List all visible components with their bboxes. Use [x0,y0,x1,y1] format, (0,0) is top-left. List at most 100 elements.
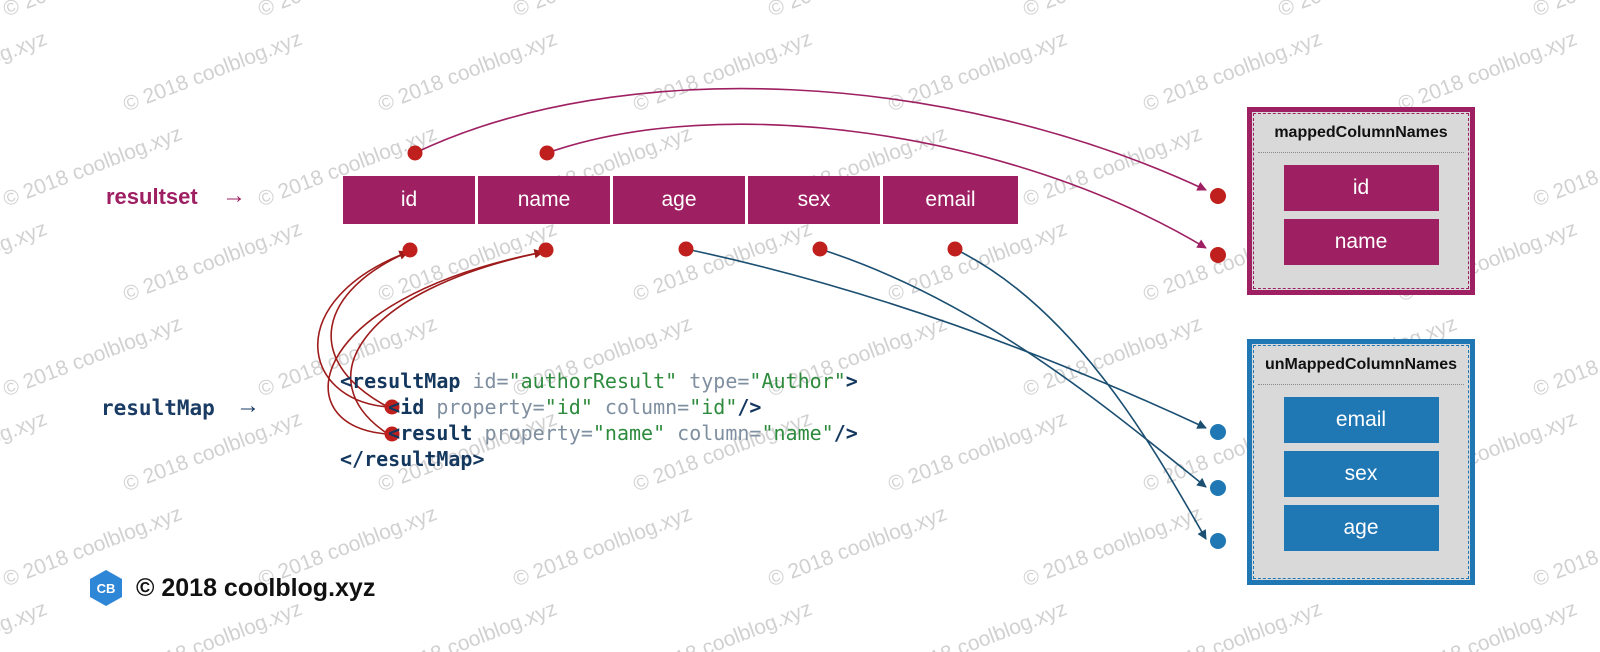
panel-item-sex: sex [1283,451,1439,497]
panel-item-id: id [1283,165,1439,211]
resultmap-label: resultMap [101,396,215,420]
resultset-arrow-icon: → [222,182,246,209]
panel-item-age: age [1283,505,1439,551]
watermark-text: © 2018 coolblog.xyz [120,27,306,117]
watermark-text: © 2018 coolblog.xyz [0,597,51,652]
watermark-text: © 2018 coolblog.xyz [630,27,816,117]
dot-name-bottom [538,242,554,258]
footer-credit: CB © 2018 coolblog.xyz [88,569,375,607]
watermark-text: © 2018 coolblog.xyz [120,407,306,497]
watermark-text: © 2018 coolblog.xyz [885,217,1071,307]
watermark-text: © 2018 coolblog.xyz [0,407,51,496]
dot-unmapped-sex [1210,480,1226,496]
watermark-text: © 2018 coolblog.xyz [1020,312,1206,402]
panel-mapped-title: mappedColumnNames [1274,124,1448,141]
watermark-text: © 2018 coolblog.xyz [1020,502,1206,592]
code-token-attr: id= [460,369,509,393]
watermark-text: © 2018 coolblog.xyz [375,27,561,117]
watermark-text: © 2018 coolblog.xyz [0,27,51,116]
code-token-tag: > [845,369,858,393]
resultmap-code-block: <resultMap id="authorResult" type="Autho… [340,368,858,472]
footer-text: © 2018 coolblog.xyz [136,573,376,602]
watermark-text: © 2018 coolblog.xyz [630,217,816,307]
watermark-text: © 2018 coolblog.xyz [765,0,950,22]
mapped-connector-group [414,87,1207,249]
connector-id-to-mapped [414,87,1207,191]
code-line: <resultMap id="authorResult" type="Autho… [340,368,858,394]
resultset-column-sex: sex [748,176,883,224]
code-token-tag: /> [737,395,762,419]
resultset-column-age: age [613,176,748,224]
panel-unmapped-items: email sex age [1252,397,1470,551]
watermark-text: © 2018 coolblog.xyz [1020,122,1206,212]
code-token-tag: <id [388,395,425,419]
watermark-text: © 2018 coolblog.xyz [1395,597,1581,652]
panel-mapped-separator [1258,152,1464,153]
watermark-text: © 2018 coolblog.xyz [885,597,1071,652]
dot-email-bottom [947,241,963,257]
panel-item-email: email [1283,397,1439,443]
code-token-value: "authorResult" [508,369,678,393]
dot-unmapped-email [1210,424,1226,440]
watermark-text: © 2018 coolblog.xyz [1530,122,1600,212]
code-line: <id property="id" column="id"/> [340,394,858,420]
dot-sex-bottom [812,241,828,257]
code-token-attr: property= [424,395,545,419]
code-token-attr: column= [665,421,762,445]
code-token-tag: </resultMap> [340,447,485,471]
dot-id-bottom [402,242,418,258]
code-token-value: "Author" [749,369,846,393]
resultset-column-email: email [883,176,1018,224]
watermark-text: © 2018 coolblog.xyz [630,597,816,652]
code-token-value: "name" [592,421,666,445]
panel-mapped-items: id name [1252,165,1470,265]
resultmap-arrow-icon: → [236,392,260,419]
code-line: <result property="name" column="name"/> [340,420,858,446]
watermark-text: © 2018 coolblog.xyz [1395,27,1581,117]
dot-name-top [539,145,555,161]
code-token-value: "id" [544,395,593,419]
watermark-text: © 2018 coolblog.xyz [765,502,951,592]
watermark-text: © 2018 coolblog.xyz [0,312,186,402]
dot-id-top [407,145,423,161]
watermark-text: © 2018 coolblog.xyz [0,217,51,306]
watermark-text: © 2018 coolblog.xyz [885,407,1071,497]
logo-letters: CB [97,581,116,596]
code-token-tag: <resultMap [340,369,461,393]
watermark-text: © 2018 coolblog.xyz [375,217,561,307]
diagram-canvas: © 2018 coolblog.xyz© 2018 coolblog.xyz© … [0,0,1600,652]
panel-unmapped-column-names: unMappedColumnNames email sex age [1247,339,1475,585]
code-token-attr: property= [472,421,593,445]
code-token-value: "name" [761,421,834,445]
code-token-value: "id" [689,395,738,419]
watermark-text: © 2018 coolblog.xyz [1530,502,1600,592]
panel-unmapped-separator [1258,384,1464,385]
watermark-text: © 2018 coolblog.xyz [1140,27,1326,117]
watermark-text: © 2018 coolblog.xyz [1140,597,1326,652]
watermark-text: © 2018 coolblog.xyz [885,27,1071,117]
watermark-text: © 2018 coolblog.xyz [1530,312,1600,402]
code-line: </resultMap> [340,446,858,472]
dot-unmapped-age [1210,533,1226,549]
code-token-attr: type= [677,369,750,393]
watermark-text: © 2018 coolblog.xyz [510,0,695,22]
coolblog-logo-icon: CB [88,569,124,607]
code-token-attr: column= [592,395,690,419]
watermark-text: © 2018 coolblog.xyz [0,0,185,22]
panel-unmapped-title: unMappedColumnNames [1264,356,1457,373]
watermark-text: © 2018 coolblog.xyz [1275,0,1460,22]
resultset-row: id name age sex email [343,176,1018,224]
code-token-tag: /> [833,421,858,445]
watermark-text: © 2018 coolblog.xyz [255,0,440,22]
resultset-column-id: id [343,176,478,224]
dot-mapped-name [1210,247,1226,263]
watermark-text: © 2018 coolblog.xyz [1020,0,1205,22]
resultset-column-name: name [478,176,613,224]
resultset-label: resultset [106,184,198,209]
watermark-text: © 2018 coolblog.xyz [120,217,306,307]
dot-mapped-id [1210,188,1226,204]
code-token-tag: <result [388,421,473,445]
connector-sex-to-unmapped [819,248,1207,488]
